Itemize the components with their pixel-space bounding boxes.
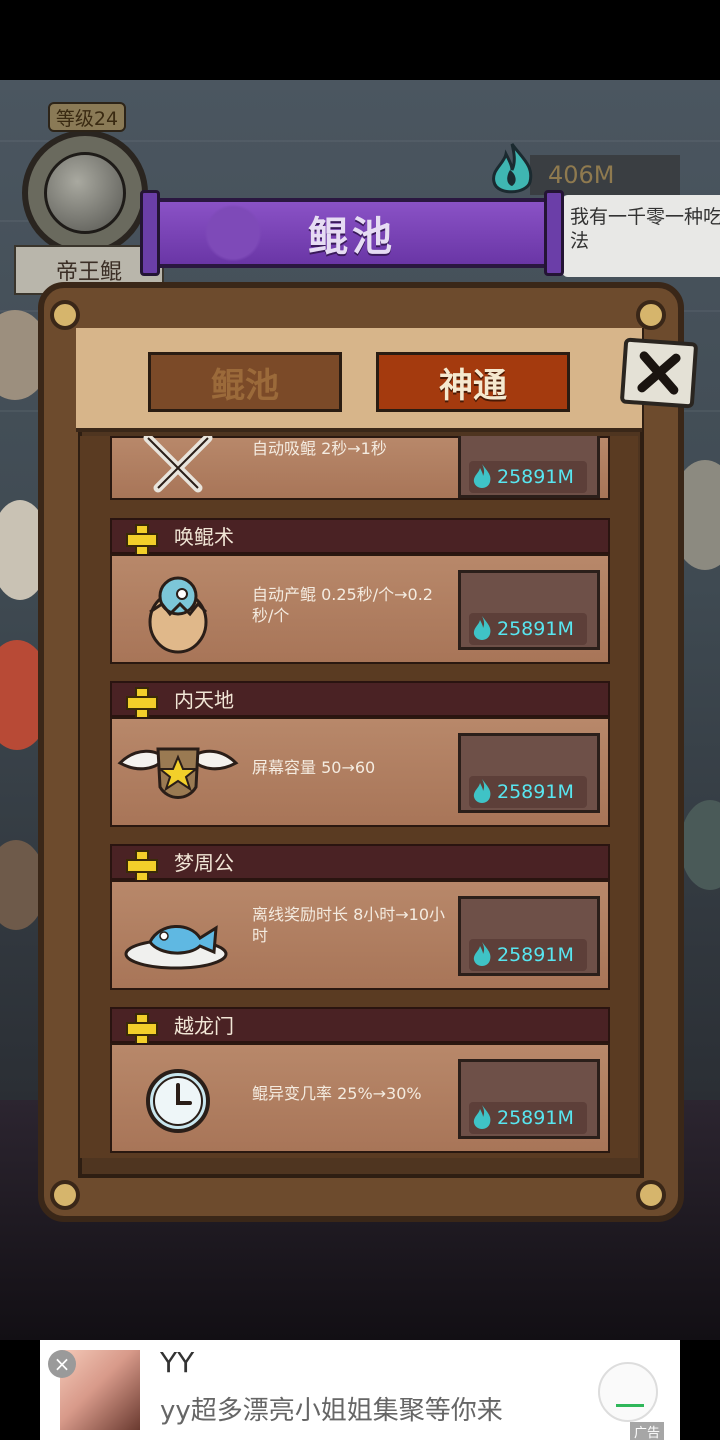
ad-title: YY [160,1346,195,1379]
blue-flame-icon [473,1105,491,1129]
skill-list[interactable]: 自动吸鲲 2秒→1秒 25891M 唤鲲术 自动产鲲 0.25秒/个→0.2秒/… [80,436,638,1158]
plus-icon [126,1013,158,1045]
blue-flame-icon [473,616,491,640]
plus-icon [126,687,158,719]
ad-close-button[interactable]: × [48,1350,76,1378]
blue-flame-icon [473,779,491,803]
list-item: 梦周公 离线奖励时长 8小时→10小时 25891M [110,844,610,994]
fish-on-plate-icon [124,925,228,970]
list-item: 唤鲲术 自动产鲲 0.25秒/个→0.2秒/个 25891M [110,518,610,668]
item-body: 自动吸鲲 2秒→1秒 25891M [110,436,610,500]
winged-shield-icon [117,747,239,799]
blue-flame-icon [473,942,491,966]
buy-button[interactable]: 25891M [458,896,600,976]
cost-amount: 25891M [497,618,574,640]
kun-portrait-icon [44,152,126,234]
plus-icon [126,524,158,556]
item-desc: 自动产鲲 0.25秒/个→0.2秒/个 [252,585,433,625]
hatching-egg-icon [148,576,208,654]
cost-amount: 25891M [497,1107,574,1129]
frame-bolt [50,1180,80,1210]
item-body: 离线奖励时长 8小时→10小时 25891M [110,880,610,990]
item-body: 自动产鲲 0.25秒/个→0.2秒/个 25891M [110,554,610,664]
cost-amount: 25891M [497,944,574,966]
level-badge: 等级24 [48,102,126,132]
cost-pill: 25891M [469,613,587,645]
ad-label: 广告 [630,1422,665,1440]
buy-button[interactable]: 25891M [458,1059,600,1139]
cost-pill: 25891M [469,776,587,808]
buy-button[interactable]: 25891M [458,570,600,650]
cost-pill: 25891M [469,1102,587,1134]
item-body: 屏幕容量 50→60 25891M [110,717,610,827]
dialog-title-scroll: 鲲池 [136,190,568,276]
item-desc: 鲲异变几率 25%→30% [252,1084,422,1103]
item-title: 越龙门 [174,1014,234,1038]
close-button[interactable] [619,337,699,409]
list-item: 越龙门 鲲异变几率 25%→30% 25891M [110,1007,610,1157]
tab-kun-pool[interactable]: 鲲池 [148,352,342,412]
item-header: 梦周公 [110,844,610,882]
cost-amount: 25891M [497,466,574,488]
item-title: 梦周公 [174,851,234,875]
currency-counter: 406M [530,155,680,195]
close-x-icon [637,351,681,395]
item-body: 鲲异变几率 25%→30% 25891M [110,1043,610,1153]
ad-action-button[interactable] [598,1362,658,1422]
item-header: 内天地 [110,681,610,719]
blue-flame-icon [473,464,491,488]
buy-button[interactable]: 25891M [458,436,600,498]
frame-bolt [636,1180,666,1210]
buy-button[interactable]: 25891M [458,733,600,813]
cost-amount: 25891M [497,781,574,803]
cost-pill: 25891M [469,461,587,493]
ad-banner[interactable]: × YY yy超多漂亮小姐姐集聚等你来 广告 [40,1340,680,1440]
frame-bolt [50,300,80,330]
item-header: 越龙门 [110,1007,610,1045]
item-desc: 离线奖励时长 8小时→10小时 [252,905,446,945]
ad-description: yy超多漂亮小姐姐集聚等你来 [160,1396,503,1426]
plus-icon [126,850,158,882]
item-desc: 屏幕容量 50→60 [252,758,376,777]
speech-bubble: 我有一千零一种吃法 [562,195,720,277]
cost-pill: 25891M [469,939,587,971]
tab-skills[interactable]: 神通 [376,352,570,412]
item-title: 唤鲲术 [174,525,234,549]
list-item: 内天地 屏幕容量 50→60 25891M [110,681,610,831]
item-header: 唤鲲术 [110,518,610,556]
item-title: 内天地 [174,688,234,712]
frame-bolt [636,300,666,330]
status-bar-area [0,0,720,80]
crossed-swords-icon [143,436,213,493]
clock-icon [146,1069,210,1133]
player-avatar[interactable] [22,130,148,256]
dialog-title: 鲲池 [308,214,396,260]
item-desc: 自动吸鲲 2秒→1秒 [252,439,387,458]
